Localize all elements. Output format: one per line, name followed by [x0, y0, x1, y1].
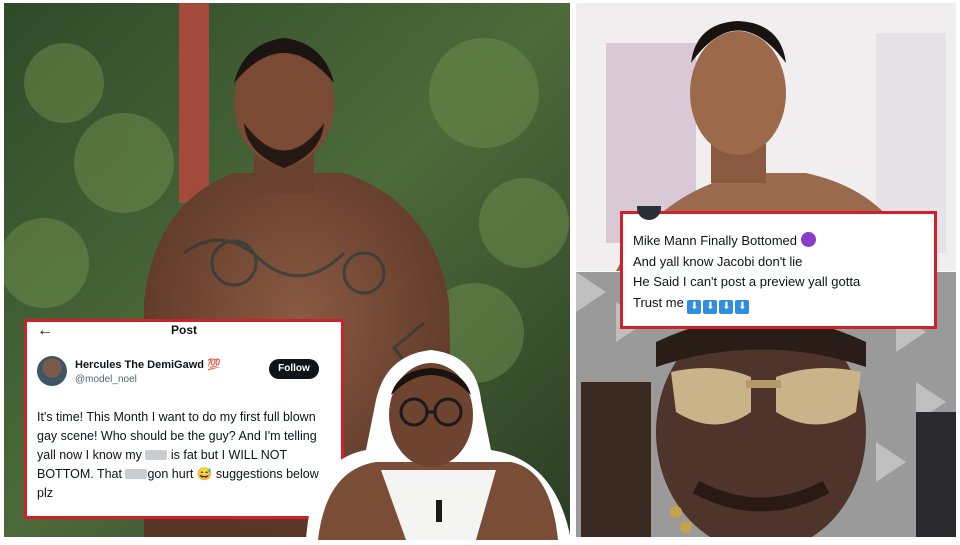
tweet-body: Mike Mann Finally Bottomed And yall know…: [633, 231, 933, 314]
reactor-cutout-man-glasses: [296, 340, 581, 540]
avatar[interactable]: [637, 206, 661, 220]
down-arrow-emojis: ⬇ ⬇ ⬇ ⬇: [687, 295, 751, 314]
avatar[interactable]: [37, 356, 67, 386]
tweet-post-title: Post: [170, 323, 197, 337]
tweet-line-4: Trust me: [633, 294, 684, 310]
tweet-topbar: ← Post: [27, 322, 341, 340]
devil-emoji-icon: [800, 232, 816, 247]
tweet-line-2: And yall know Jacobi don't lie: [633, 253, 803, 269]
censor-bar: [125, 469, 148, 479]
tweet-line-1: Mike Mann Finally Bottomed: [633, 233, 798, 248]
tweet-line-3: He Said I can't post a preview yall gott…: [633, 274, 861, 289]
censor-bar: [145, 450, 168, 460]
down-arrow-icon: ⬇: [735, 299, 750, 314]
down-arrow-icon: ⬇: [687, 299, 702, 314]
right-tweet-card: Mike Mann Finally Bottomed And yall know…: [620, 206, 937, 329]
tweet-text-3: gon hurt: [147, 467, 194, 481]
tweet-body: It's time! This Month I want to do my fi…: [37, 408, 337, 503]
grinning-sweat-emoji-icon: 😅: [196, 467, 213, 481]
hundred-emoji-icon: 💯: [207, 359, 221, 371]
down-arrow-icon: ⬇: [703, 299, 718, 314]
tweet-author-handle[interactable]: @model_noel: [75, 374, 137, 385]
down-arrow-icon: ⬇: [719, 299, 734, 314]
tweet-author-name[interactable]: Hercules The DemiGawd 💯: [75, 358, 221, 371]
author-name-text: Hercules The DemiGawd: [75, 359, 204, 371]
